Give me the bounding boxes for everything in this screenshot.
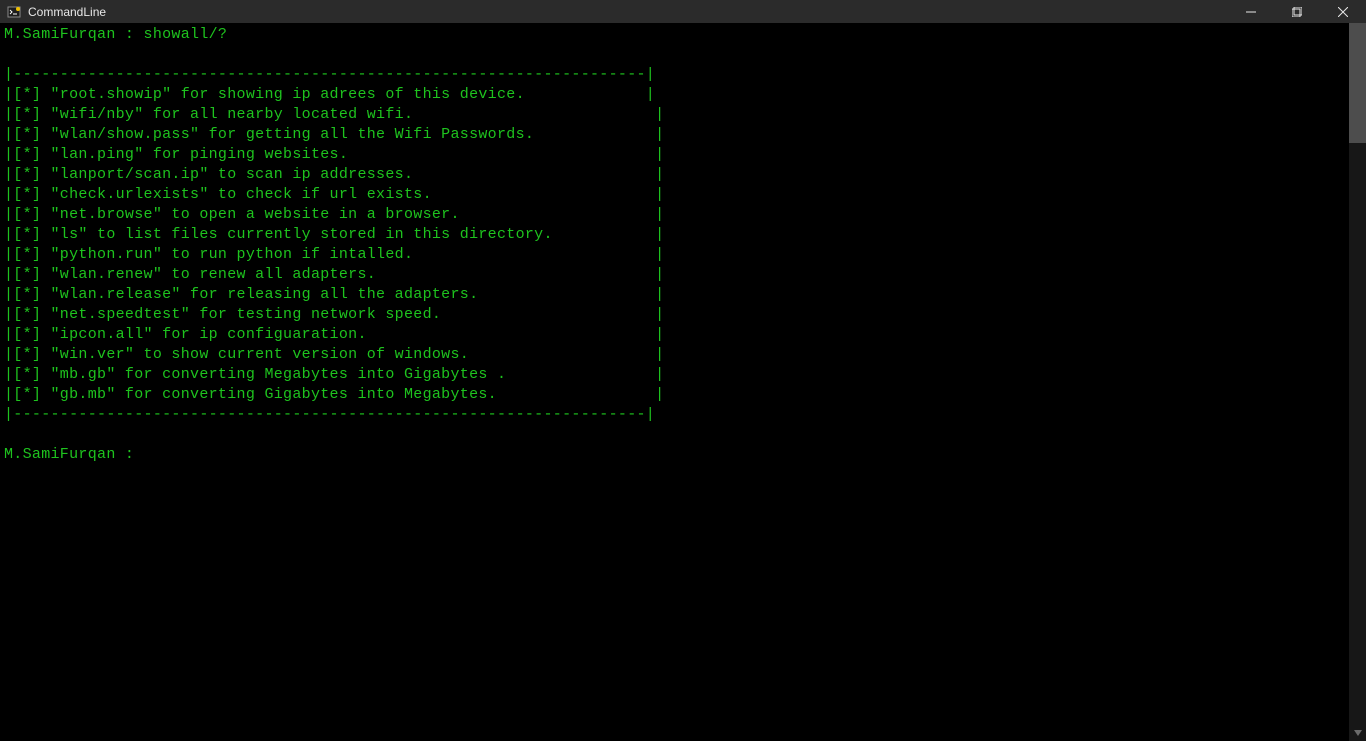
- help-line: |[*] "python.run" to run python if intal…: [4, 246, 664, 263]
- help-line: |[*] "wifi/nby" for all nearby located w…: [4, 106, 664, 123]
- maximize-button[interactable]: [1274, 0, 1320, 23]
- help-line: |[*] "net.speedtest" for testing network…: [4, 306, 664, 323]
- help-line: |[*] "ipcon.all" for ip configuaration. …: [4, 326, 664, 343]
- close-button[interactable]: [1320, 0, 1366, 23]
- minimize-icon: [1246, 7, 1256, 17]
- help-line: |[*] "lan.ping" for pinging websites. |: [4, 146, 664, 163]
- scrollbar-thumb[interactable]: [1349, 23, 1366, 143]
- help-line: |[*] "gb.mb" for converting Gigabytes in…: [4, 386, 664, 403]
- help-line: |[*] "lanport/scan.ip" to scan ip addres…: [4, 166, 664, 183]
- titlebar[interactable]: CommandLine: [0, 0, 1366, 23]
- maximize-icon: [1292, 7, 1302, 17]
- scroll-down-button[interactable]: [1349, 724, 1366, 741]
- help-line: |[*] "wlan/show.pass" for getting all th…: [4, 126, 664, 143]
- rule-top: |---------------------------------------…: [4, 66, 655, 83]
- help-line: |[*] "wlan.renew" to renew all adapters.…: [4, 266, 664, 283]
- help-line: |[*] "check.urlexists" to check if url e…: [4, 186, 664, 203]
- help-line: |[*] "mb.gb" for converting Megabytes in…: [4, 366, 664, 383]
- app-icon: [6, 4, 22, 20]
- help-line: |[*] "net.browse" to open a website in a…: [4, 206, 664, 223]
- minimize-button[interactable]: [1228, 0, 1274, 23]
- help-line: |[*] "wlan.release" for releasing all th…: [4, 286, 664, 303]
- help-line: |[*] "ls" to list files currently stored…: [4, 226, 664, 243]
- chevron-down-icon: [1354, 730, 1362, 736]
- window-title: CommandLine: [28, 5, 106, 19]
- help-line: |[*] "win.ver" to show current version o…: [4, 346, 664, 363]
- terminal-wrap: M.SamiFurqan : showall/? |--------------…: [0, 23, 1366, 741]
- rule-bottom: |---------------------------------------…: [4, 406, 655, 423]
- close-icon: [1338, 7, 1348, 17]
- terminal[interactable]: M.SamiFurqan : showall/? |--------------…: [0, 23, 1349, 741]
- prompt-next: M.SamiFurqan :: [4, 446, 144, 463]
- scrollbar[interactable]: [1349, 23, 1366, 741]
- prompt-line: M.SamiFurqan : showall/?: [4, 26, 227, 43]
- help-line: |[*] "root.showip" for showing ip adrees…: [4, 86, 655, 103]
